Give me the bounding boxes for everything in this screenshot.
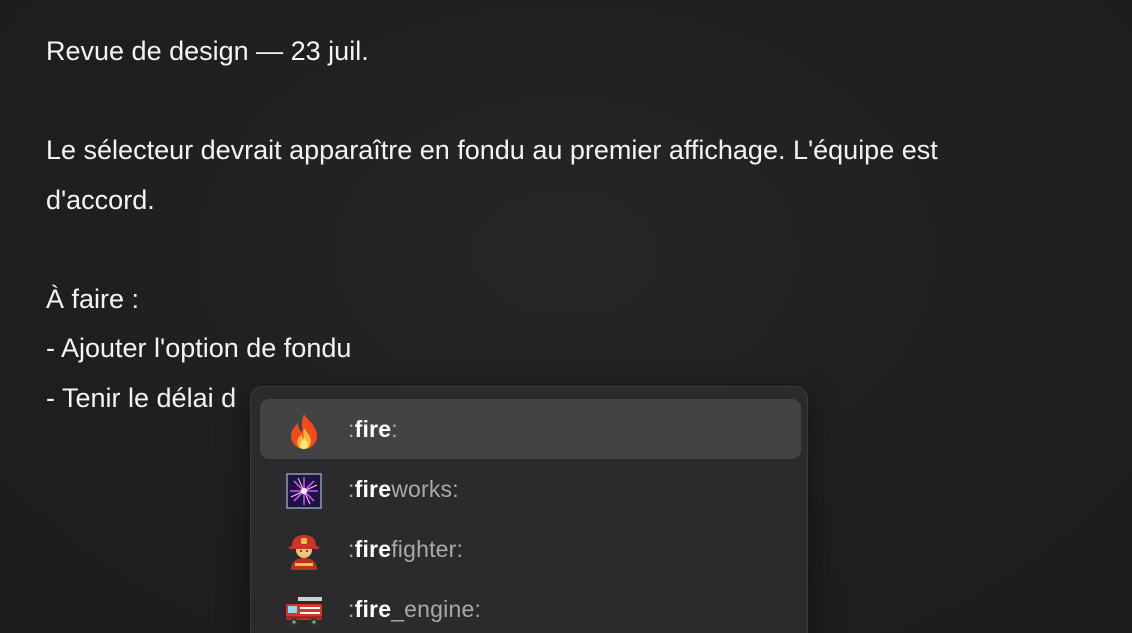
firefighter-icon [260, 519, 348, 579]
fire-icon [260, 399, 348, 459]
note-title-line[interactable]: Revue de design — 23 juil. [46, 27, 1126, 77]
emoji-suggestion-label: :firefighter: [348, 535, 464, 562]
emoji-suggestion-label: :fire: [348, 415, 398, 442]
emoji-suggestion-fireworks[interactable]: :fireworks: [260, 459, 801, 519]
emoji-suggestion-fire-engine[interactable]: :fire_engine: [260, 579, 801, 633]
emoji-suggestion-firefighter[interactable]: :firefighter: [260, 519, 801, 579]
emoji-suggestion-label: :fire_engine: [348, 595, 482, 622]
emoji-suggestion-fire[interactable]: :fire: [260, 399, 801, 459]
emoji-suggestion-label: :fireworks: [348, 475, 459, 502]
note-body-line[interactable]: d'accord. [46, 176, 1126, 226]
note-body-line[interactable]: Le sélecteur devrait apparaître en fondu… [46, 126, 1126, 176]
emoji-autocomplete-popup: :fire: :fireworks::firefighter::fire_e… [250, 386, 808, 633]
todo-item-line[interactable]: - Ajouter l'option de fondu [46, 324, 1126, 374]
fire-engine-icon [260, 579, 348, 633]
fireworks-icon [260, 459, 348, 519]
note-editor[interactable]: Revue de design — 23 juil. Le sélecteur … [46, 27, 1126, 423]
blank-line[interactable] [46, 225, 1126, 275]
blank-line[interactable] [46, 77, 1126, 127]
todo-heading-line[interactable]: À faire : [46, 275, 1126, 325]
